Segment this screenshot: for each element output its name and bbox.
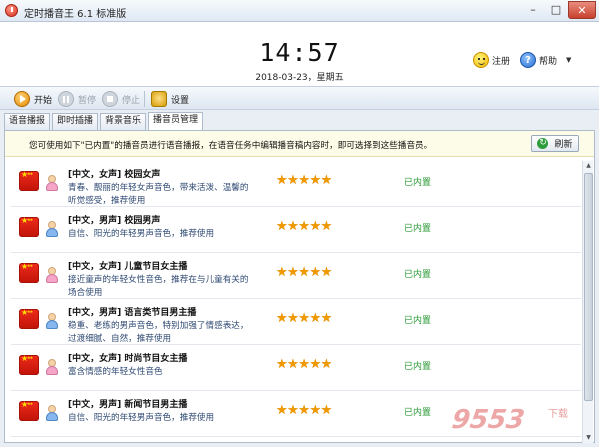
register-button[interactable]: 注册 bbox=[473, 52, 510, 68]
help-menu-button[interactable]: ? 帮助 ▼ bbox=[520, 52, 571, 68]
rating-stars: ★★★★★ bbox=[276, 219, 332, 234]
female-voice-icon bbox=[46, 359, 58, 375]
china-flag-icon bbox=[19, 400, 39, 421]
settings-icon bbox=[151, 91, 167, 107]
start-label: 开始 bbox=[34, 95, 53, 106]
smiley-icon bbox=[473, 52, 489, 68]
title-bar: 定时播音王 6.1 标准版 – □ ✕ bbox=[0, 0, 599, 22]
announcer-name: [中文，女声] 校园女声 bbox=[68, 170, 161, 180]
status-label: 已内置 bbox=[404, 362, 432, 372]
status-label: 已内置 bbox=[404, 224, 432, 234]
rating-stars: ★★★★★ bbox=[276, 357, 332, 372]
pause-label: 暂停 bbox=[78, 95, 97, 106]
status-label: 已内置 bbox=[404, 316, 432, 326]
tab-voice-broadcast[interactable]: 语音播报 bbox=[4, 113, 51, 130]
window-title: 定时播音王 6.1 标准版 bbox=[24, 9, 127, 20]
female-voice-icon bbox=[46, 267, 58, 283]
rating-stars: ★★★★★ bbox=[276, 265, 332, 280]
scroll-down-icon[interactable]: ▼ bbox=[584, 433, 593, 443]
list-item[interactable]: [中文，女声] 校园女声 青春、靓丽的年轻女声音色，带来活泼、温馨的听觉感受，推… bbox=[11, 161, 581, 207]
announcer-name: [中文，男声] 新闻节目男主播 bbox=[68, 400, 188, 410]
clock-header: 14:57 2018-03-23，星期五 注册 ? 帮助 ▼ bbox=[0, 22, 599, 86]
toolbar-divider bbox=[144, 91, 145, 107]
status-label: 已内置 bbox=[404, 178, 432, 188]
announcer-name: [中文，男声] 语言类节目男主播 bbox=[68, 308, 197, 318]
announcer-description: 富含情感的年轻女性音色 bbox=[68, 367, 163, 377]
scrollbar-thumb[interactable] bbox=[584, 173, 593, 401]
settings-label: 设置 bbox=[171, 95, 190, 106]
watermark-sub: 下载 bbox=[548, 409, 568, 420]
china-flag-icon bbox=[19, 170, 39, 191]
announcer-name: [中文，女声] 儿童节目女主播 bbox=[68, 262, 188, 272]
china-flag-icon bbox=[19, 354, 39, 375]
china-flag-icon bbox=[19, 262, 39, 283]
vertical-scrollbar[interactable]: ▲ ▼ bbox=[582, 161, 593, 443]
list-item[interactable]: [中文，男声] 校园男声 自信、阳光的年轻男声音色，推荐使用 ★★★★★ 已内置 bbox=[11, 207, 581, 253]
announcer-description: 自信、阳光的年轻男声音色，推荐使用 bbox=[68, 229, 215, 239]
male-voice-icon bbox=[46, 405, 58, 421]
announcer-description: 青春、靓丽的年轻女声音色，带来活泼、温馨的听觉感受，推荐使用 bbox=[68, 183, 249, 206]
tab-background-music[interactable]: 背景音乐 bbox=[100, 113, 147, 130]
male-voice-icon bbox=[46, 221, 58, 237]
list-item[interactable]: [中文，男声] 语言类节目男主播 稳重、老练的男声音色，特别加强了情感表达，过渡… bbox=[11, 299, 581, 345]
china-flag-icon bbox=[19, 308, 39, 329]
watermark-logo: 9553 bbox=[449, 405, 527, 435]
tab-bar: 语音播报 即时插播 背景音乐 播音员管理 bbox=[4, 112, 205, 130]
china-flag-icon bbox=[19, 216, 39, 237]
date-display: 2018-03-23，星期五 bbox=[255, 73, 344, 83]
refresh-label: 刷新 bbox=[554, 140, 573, 150]
maximize-button[interactable]: □ bbox=[545, 1, 567, 19]
pause-icon bbox=[58, 91, 74, 107]
stop-label: 停止 bbox=[122, 95, 141, 106]
toolbar: 开始 暂停 停止 设置 bbox=[0, 86, 599, 110]
refresh-button[interactable]: ↻ 刷新 bbox=[531, 135, 579, 152]
status-label: 已内置 bbox=[404, 270, 432, 280]
announcer-description: 自信、阳光的年轻男声音色，推荐使用 bbox=[68, 413, 215, 423]
notice-bar: 您可使用如下"已内置"的播音员进行语音播报，在语音任务中编辑播音稿内容时，即可选… bbox=[5, 131, 594, 157]
announcer-description: 稳重、老练的男声音色，特别加强了情感表达，过渡细腻、自然，推荐使用 bbox=[68, 321, 249, 344]
help-label: 帮助 bbox=[539, 56, 558, 67]
female-voice-icon bbox=[46, 175, 58, 191]
chevron-down-icon: ▼ bbox=[566, 56, 572, 64]
tab-announcer-management[interactable]: 播音员管理 bbox=[148, 112, 204, 130]
male-voice-icon bbox=[46, 313, 58, 329]
close-button[interactable]: ✕ bbox=[568, 1, 596, 19]
refresh-icon: ↻ bbox=[537, 138, 549, 149]
start-button[interactable]: 开始 bbox=[14, 90, 52, 108]
list-item[interactable]: [中文，女声] 儿童节目女主播 接近童声的年轻女性音色，推荐在与儿童有关的场合使… bbox=[11, 253, 581, 299]
play-icon bbox=[14, 91, 30, 107]
stop-icon bbox=[102, 91, 118, 107]
stop-button[interactable]: 停止 bbox=[102, 90, 140, 108]
settings-button[interactable]: 设置 bbox=[151, 90, 189, 108]
notice-text: 您可使用如下"已内置"的播音员进行语音播报，在语音任务中编辑播音稿内容时，即可选… bbox=[29, 141, 433, 151]
rating-stars: ★★★★★ bbox=[276, 311, 332, 326]
pause-button[interactable]: 暂停 bbox=[58, 90, 96, 108]
app-icon bbox=[5, 4, 18, 17]
tab-instant-insert[interactable]: 即时插播 bbox=[52, 113, 99, 130]
minimize-button[interactable]: – bbox=[522, 1, 544, 19]
rating-stars: ★★★★★ bbox=[276, 403, 332, 418]
announcer-name: [中文，男声] 校园男声 bbox=[68, 216, 161, 226]
announcer-name: [中文，女声] 时尚节目女主播 bbox=[68, 354, 188, 364]
announcer-list: [中文，女声] 校园女声 青春、靓丽的年轻女声音色，带来活泼、温馨的听觉感受，推… bbox=[11, 161, 581, 443]
announcer-panel: 您可使用如下"已内置"的播音员进行语音播报，在语音任务中编辑播音稿内容时，即可选… bbox=[4, 130, 595, 443]
status-label: 已内置 bbox=[404, 408, 432, 418]
list-item[interactable]: [中文，女声] 时尚节目女主播 富含情感的年轻女性音色 ★★★★★ 已内置 bbox=[11, 345, 581, 391]
rating-stars: ★★★★★ bbox=[276, 173, 332, 188]
scroll-up-icon[interactable]: ▲ bbox=[584, 161, 593, 171]
announcer-description: 接近童声的年轻女性音色，推荐在与儿童有关的场合使用 bbox=[68, 275, 249, 298]
help-icon: ? bbox=[520, 52, 536, 68]
register-label: 注册 bbox=[492, 56, 511, 67]
